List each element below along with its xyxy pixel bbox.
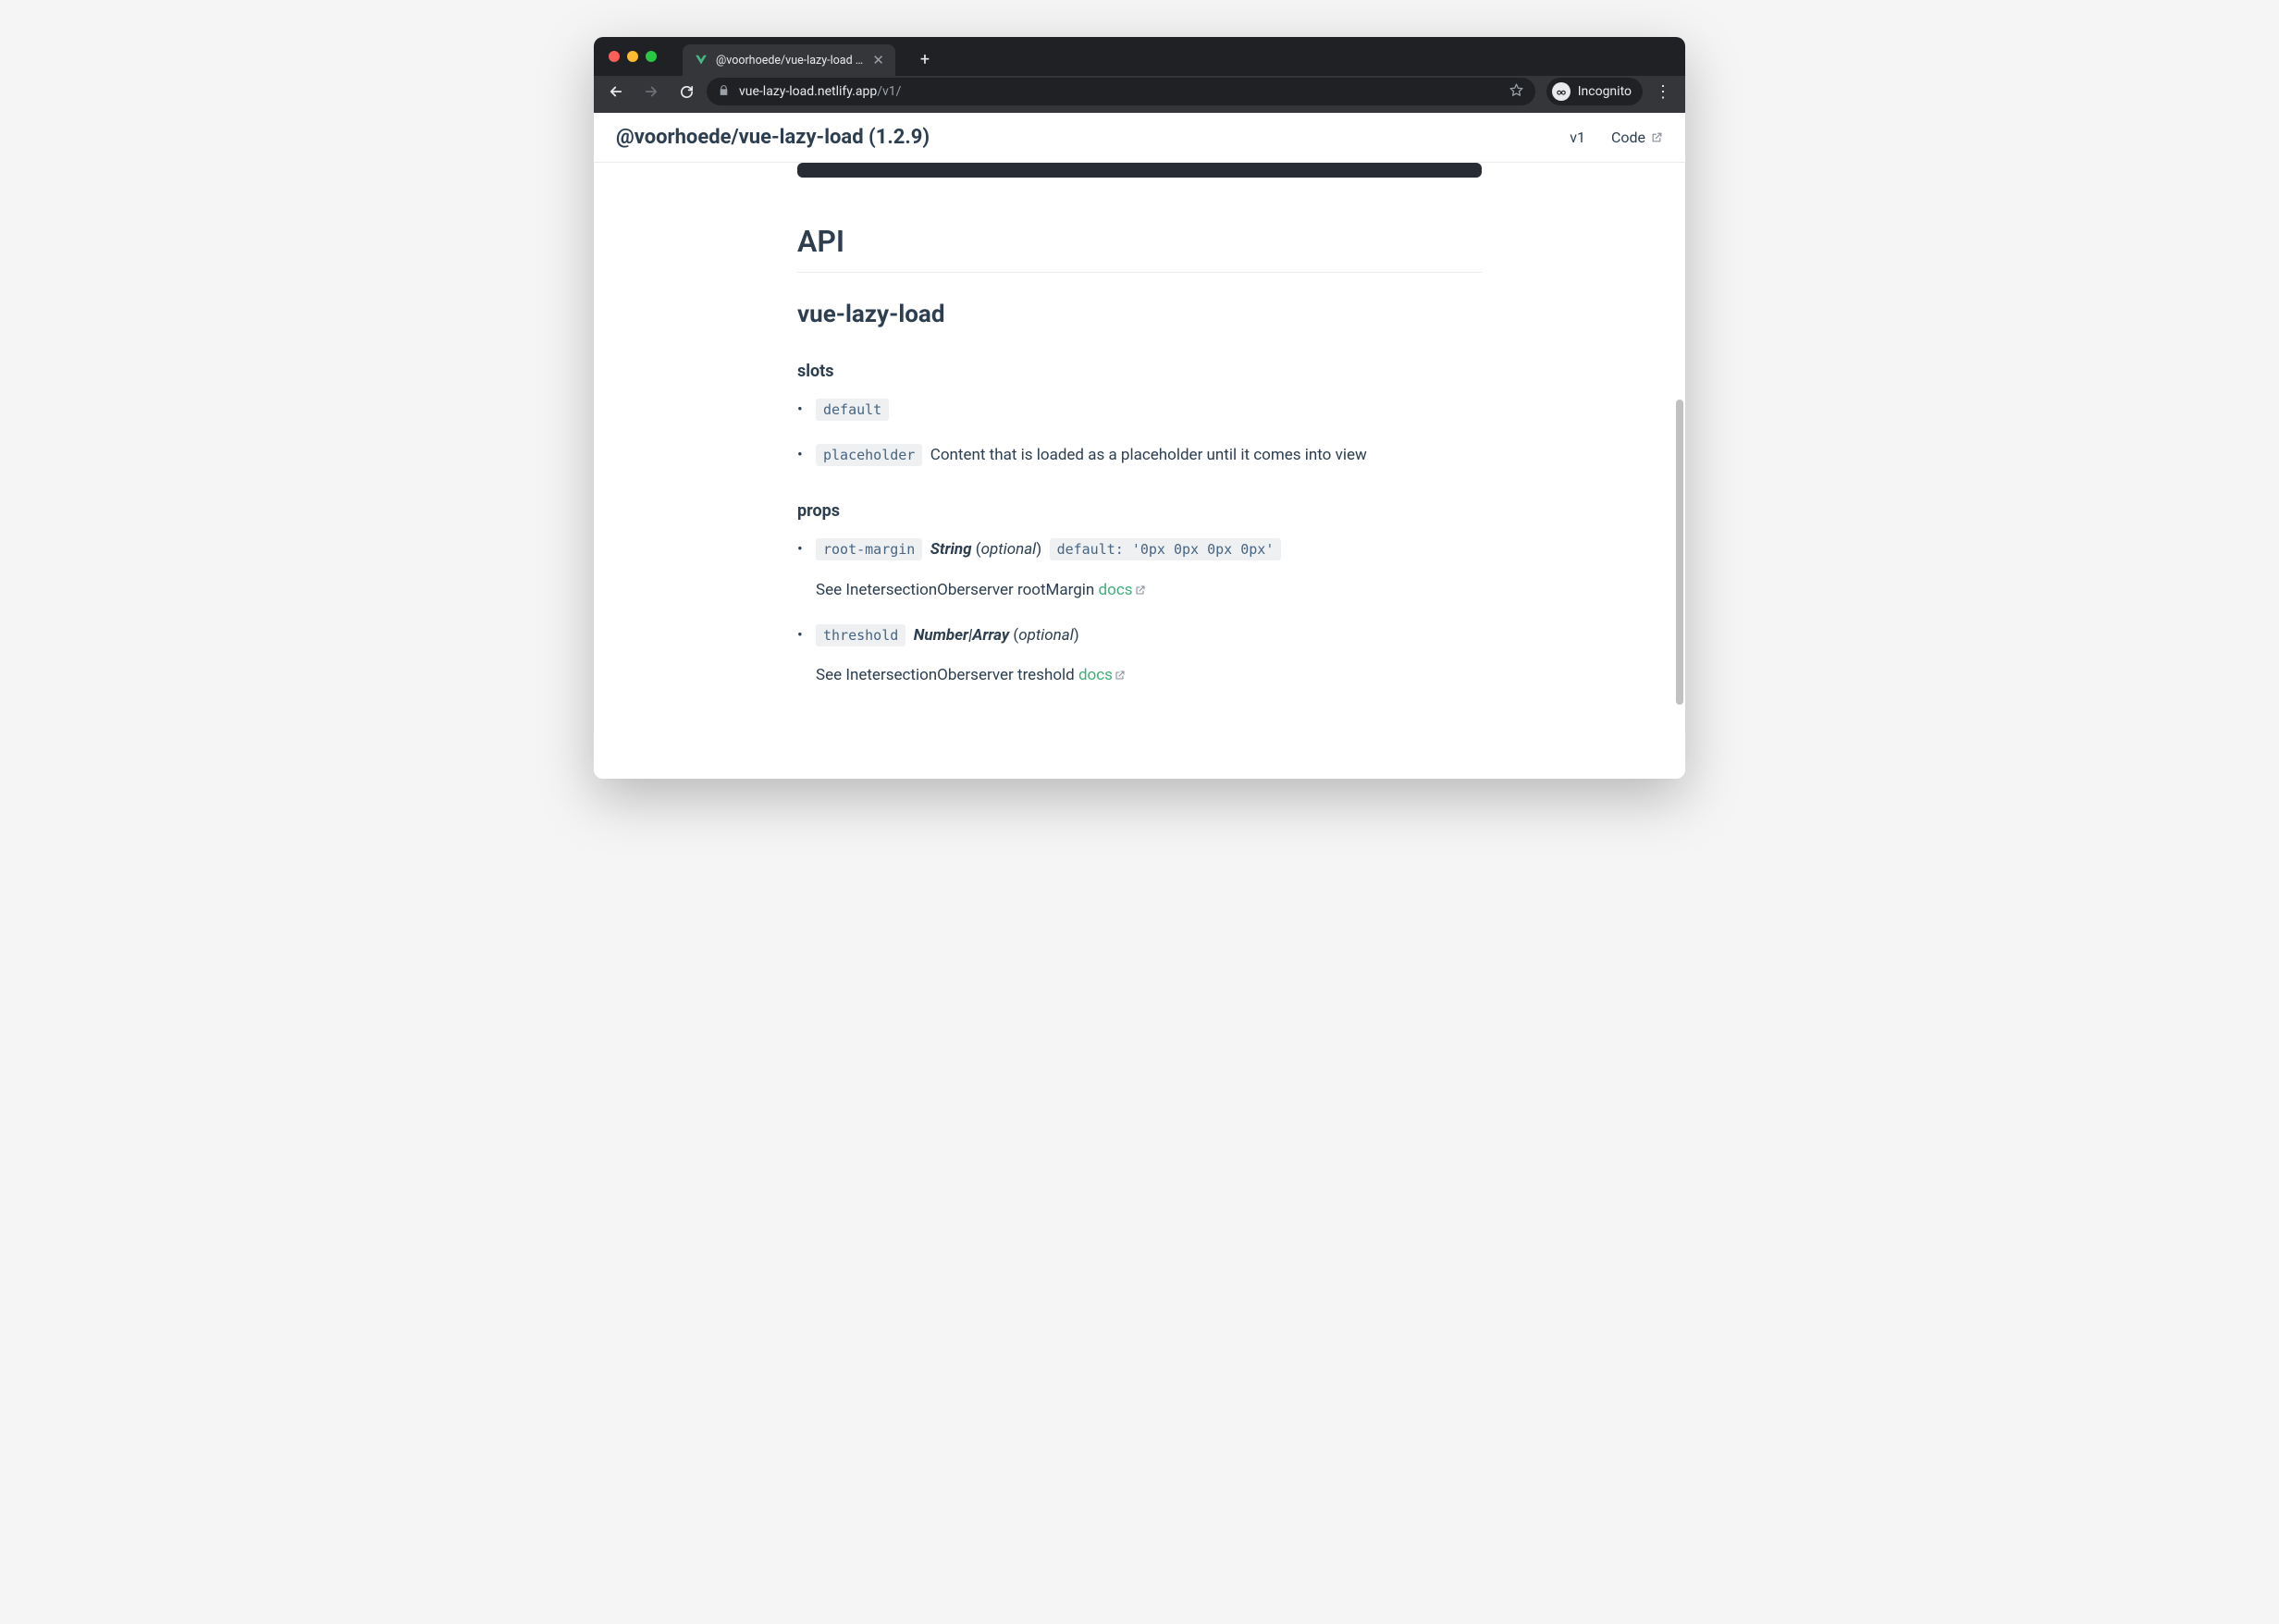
prop-type: Number|Array xyxy=(914,626,1009,645)
nav-link-v1[interactable]: v1 xyxy=(1570,129,1585,146)
list-item: placeholder Content that is loaded as a … xyxy=(816,443,1482,468)
prop-optional: optional xyxy=(1018,626,1074,645)
bookmark-star-icon[interactable] xyxy=(1509,82,1524,102)
forward-button[interactable] xyxy=(636,77,666,106)
incognito-icon xyxy=(1552,82,1571,101)
heading-slots: slots xyxy=(797,362,1482,381)
list-item: default xyxy=(816,398,1482,423)
minimize-window-button[interactable] xyxy=(627,51,638,62)
docs-link-label: docs xyxy=(1078,666,1113,684)
page-nav: v1 Code xyxy=(1570,129,1663,146)
browser-chrome: @voorhoede/vue-lazy-load | @v ✕ + vue-la… xyxy=(594,37,1685,113)
props-list: root-margin String (optional) default: '… xyxy=(797,537,1482,688)
nav-link-label: v1 xyxy=(1570,129,1585,146)
url-path: /v1/ xyxy=(877,84,901,99)
nav-link-code[interactable]: Code xyxy=(1611,129,1663,146)
slot-name-code: placeholder xyxy=(816,444,922,466)
tab-close-icon[interactable]: ✕ xyxy=(872,54,884,68)
docs-link[interactable]: docs xyxy=(1099,581,1146,599)
incognito-badge[interactable]: Incognito xyxy=(1546,78,1643,105)
slot-name-code: default xyxy=(816,399,889,421)
page-viewport: @voorhoede/vue-lazy-load (1.2.9) v1 Code… xyxy=(594,113,1685,779)
url-text: vue-lazy-load.netlify.app/v1/ xyxy=(739,84,1499,99)
browser-window: @voorhoede/vue-lazy-load | @v ✕ + vue-la… xyxy=(594,37,1685,779)
browser-menu-button[interactable]: ⋮ xyxy=(1648,77,1678,106)
page-header: @voorhoede/vue-lazy-load (1.2.9) v1 Code xyxy=(594,113,1685,163)
list-item: root-margin String (optional) default: '… xyxy=(816,537,1482,602)
scrollbar-thumb[interactable] xyxy=(1676,400,1683,705)
external-link-icon xyxy=(1651,129,1663,146)
back-button[interactable] xyxy=(601,77,631,106)
url-field[interactable]: vue-lazy-load.netlify.app/v1/ xyxy=(707,78,1535,105)
list-item: threshold Number|Array (optional) See In… xyxy=(816,623,1482,688)
prop-desc: See InetersectionOberserver treshold doc… xyxy=(816,663,1482,688)
prop-name-code: threshold xyxy=(816,624,905,646)
prop-desc-text: See InetersectionOberserver treshold xyxy=(816,666,1078,684)
tab-favicon-icon xyxy=(694,53,708,68)
slot-desc: Content that is loaded as a placeholder … xyxy=(930,446,1367,464)
reload-button[interactable] xyxy=(671,77,701,106)
code-block-partial xyxy=(797,163,1482,178)
scrollbar-track[interactable] xyxy=(1674,168,1683,773)
incognito-label: Incognito xyxy=(1578,84,1632,99)
prop-desc-text: See InetersectionOberserver rootMargin xyxy=(816,581,1099,599)
prop-type: String xyxy=(930,540,972,559)
docs-link-label: docs xyxy=(1099,581,1133,599)
tab-title: @voorhoede/vue-lazy-load | @v xyxy=(716,54,865,68)
page-title: @voorhoede/vue-lazy-load (1.2.9) xyxy=(616,126,930,149)
prop-optional: optional xyxy=(981,540,1037,559)
docs-link[interactable]: docs xyxy=(1078,666,1126,684)
prop-desc: See InetersectionOberserver rootMargin d… xyxy=(816,578,1482,603)
close-window-button[interactable] xyxy=(609,51,620,62)
prop-name-code: root-margin xyxy=(816,538,922,560)
heading-component: vue-lazy-load xyxy=(797,301,1482,328)
lock-icon xyxy=(718,84,730,100)
url-domain: vue-lazy-load.netlify.app xyxy=(739,84,877,99)
address-bar: vue-lazy-load.netlify.app/v1/ Incognito … xyxy=(594,76,1685,113)
content: API vue-lazy-load slots default placehol… xyxy=(779,163,1500,764)
heading-api: API xyxy=(797,224,1482,273)
maximize-window-button[interactable] xyxy=(646,51,657,62)
window-controls xyxy=(603,51,666,62)
new-tab-button[interactable]: + xyxy=(912,46,938,72)
tab-bar: @voorhoede/vue-lazy-load | @v ✕ + xyxy=(594,37,1685,76)
external-link-icon xyxy=(1135,578,1146,603)
prop-default-code: default: '0px 0px 0px 0px' xyxy=(1050,538,1282,560)
nav-link-label: Code xyxy=(1611,129,1645,146)
slots-list: default placeholder Content that is load… xyxy=(797,398,1482,468)
browser-tab[interactable]: @voorhoede/vue-lazy-load | @v ✕ xyxy=(683,44,895,76)
heading-props: props xyxy=(797,501,1482,521)
external-link-icon xyxy=(1115,663,1126,688)
